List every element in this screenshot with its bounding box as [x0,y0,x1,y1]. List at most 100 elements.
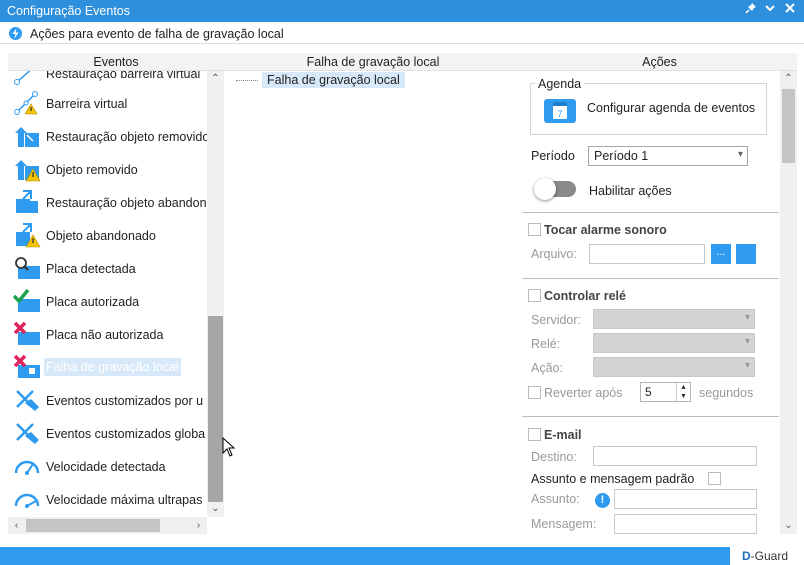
control-relay-title: Controlar relé [544,289,626,303]
stepper-down-icon[interactable]: ▼ [676,392,690,401]
file-input[interactable] [589,244,705,264]
event-label: Restauração objeto abandonado [46,196,207,210]
column-header-events: Eventos [8,53,224,71]
list-item[interactable]: Velocidade detectada [8,449,207,482]
divider [522,212,779,213]
scrollbar-thumb[interactable] [26,519,160,532]
relay-select[interactable]: ▾ [593,333,755,353]
column-header-tree: Falha de gravação local [224,53,522,71]
brand-prefix: D [742,549,751,563]
custom-events-user-icon [13,387,41,413]
scroll-up-arrow-icon[interactable]: ⌃ [207,71,224,87]
chevron-down-icon[interactable] [762,2,778,18]
scroll-right-arrow-icon[interactable]: › [190,518,207,534]
scrollbar-thumb[interactable] [208,316,223,502]
actions-vertical-scrollbar[interactable]: ⌃ ⌄ [780,71,797,534]
email-title: E-mail [544,428,582,442]
event-label: Eventos customizados por u [46,394,204,408]
stepper-up-icon[interactable]: ▲ [676,383,690,392]
event-list[interactable]: Restauração barreira virtual Barreira vi… [8,71,207,517]
calendar-day: 7 [557,109,562,119]
brand-suffix: -Guard [750,549,789,563]
period-value: Período 1 [594,149,649,163]
server-label: Servidor: [531,313,582,327]
sound-alarm-title: Tocar alarme sonoro [544,223,667,237]
subtitle-bar: Ações para evento de falha de gravação l… [0,22,804,44]
action-select[interactable]: ▾ [593,357,755,377]
event-label: Restauração barreira virtual [46,71,201,81]
subtitle-label: Ações para evento de falha de gravação l… [30,27,284,41]
control-relay-checkbox[interactable] [528,289,541,302]
tree-connector-line [236,80,258,81]
event-label: Placa detectada [46,262,136,276]
event-label: Velocidade máxima ultrapas [46,493,203,507]
scroll-down-arrow-icon[interactable]: ⌄ [780,518,797,534]
list-item[interactable]: Placa autorizada [8,284,207,317]
event-label: Placa autorizada [46,295,140,309]
play-button[interactable] [736,244,756,264]
to-label: Destino: [531,450,577,464]
close-icon[interactable] [782,2,798,18]
list-item[interactable]: Placa detectada [8,251,207,284]
pin-icon[interactable] [743,2,759,18]
default-subject-message-label: Assunto e mensagem padrão [531,472,695,486]
list-item[interactable]: Barreira virtual [8,86,207,119]
plate-authorized-icon [12,288,41,314]
event-label: Restauração objeto removido [46,130,207,144]
plate-detected-icon [13,255,41,281]
file-label: Arquivo: [531,247,577,261]
chevron-down-icon: ▾ [737,149,743,160]
chevron-down-icon: ▾ [744,336,750,347]
configure-schedule-button[interactable]: Configurar agenda de eventos [587,101,755,115]
toggle-knob [534,178,556,200]
period-select[interactable]: Período 1 ▾ [588,146,748,166]
tree-item[interactable]: Falha de gravação local [262,72,405,88]
scroll-down-arrow-icon[interactable]: ⌄ [207,501,224,517]
event-list-horizontal-scrollbar[interactable]: ‹ › [8,517,207,534]
subject-label: Assunto: [531,492,580,506]
scrollbar-thumb[interactable] [782,89,795,163]
list-item[interactable]: Placa não autorizada [8,317,207,350]
list-item[interactable]: Eventos customizados globa [8,416,207,449]
list-item[interactable]: Eventos customizados por u [8,383,207,416]
list-item[interactable]: Velocidade máxima ultrapas [8,482,207,515]
scroll-up-arrow-icon[interactable]: ⌃ [780,71,797,87]
mouse-cursor-icon [222,436,236,460]
server-select[interactable]: ▾ [593,309,755,329]
message-input[interactable] [614,514,757,534]
list-item-selected[interactable]: Falha de gravação local [8,350,207,383]
list-item[interactable]: Objeto removido [8,152,207,185]
browse-button[interactable]: ... [711,244,731,264]
divider [522,416,779,417]
brand-logo: D-Guard [742,549,788,563]
list-item[interactable]: Restauração objeto removido [8,119,207,152]
event-label: Objeto abandonado [46,229,156,243]
scroll-left-arrow-icon[interactable]: ‹ [8,518,25,534]
event-label: Objeto removido [46,163,138,177]
revert-after-checkbox[interactable] [528,386,541,399]
list-item[interactable]: Objeto abandonado [8,218,207,251]
email-checkbox[interactable] [528,428,541,441]
event-label: Velocidade detectada [46,460,166,474]
info-icon[interactable]: ! [595,493,610,508]
relay-label: Relé: [531,337,561,351]
seconds-label: segundos [699,386,754,400]
enable-actions-toggle[interactable] [534,178,576,200]
event-label: Barreira virtual [46,97,128,111]
period-label: Período [531,149,575,163]
speed-detected-icon [13,453,41,479]
column-header-actions: Ações [522,53,797,71]
local-recording-failure-icon [13,354,41,380]
event-label: Falha de gravação local [44,358,181,376]
revert-seconds-stepper[interactable]: 5 ▲ ▼ [640,382,691,402]
list-item[interactable]: Restauração objeto abandonado [8,185,207,218]
to-input[interactable] [593,446,757,466]
custom-events-global-icon [13,420,41,446]
message-label: Mensagem: [531,517,597,531]
sound-alarm-checkbox[interactable] [528,223,541,236]
actions-panel: Agenda 7 Configurar agenda de eventos Pe… [522,71,779,534]
calendar-icon[interactable]: 7 [544,99,576,123]
default-subject-message-checkbox[interactable] [708,472,721,485]
object-removed-restore-icon [13,123,41,149]
subject-input[interactable] [614,489,757,509]
